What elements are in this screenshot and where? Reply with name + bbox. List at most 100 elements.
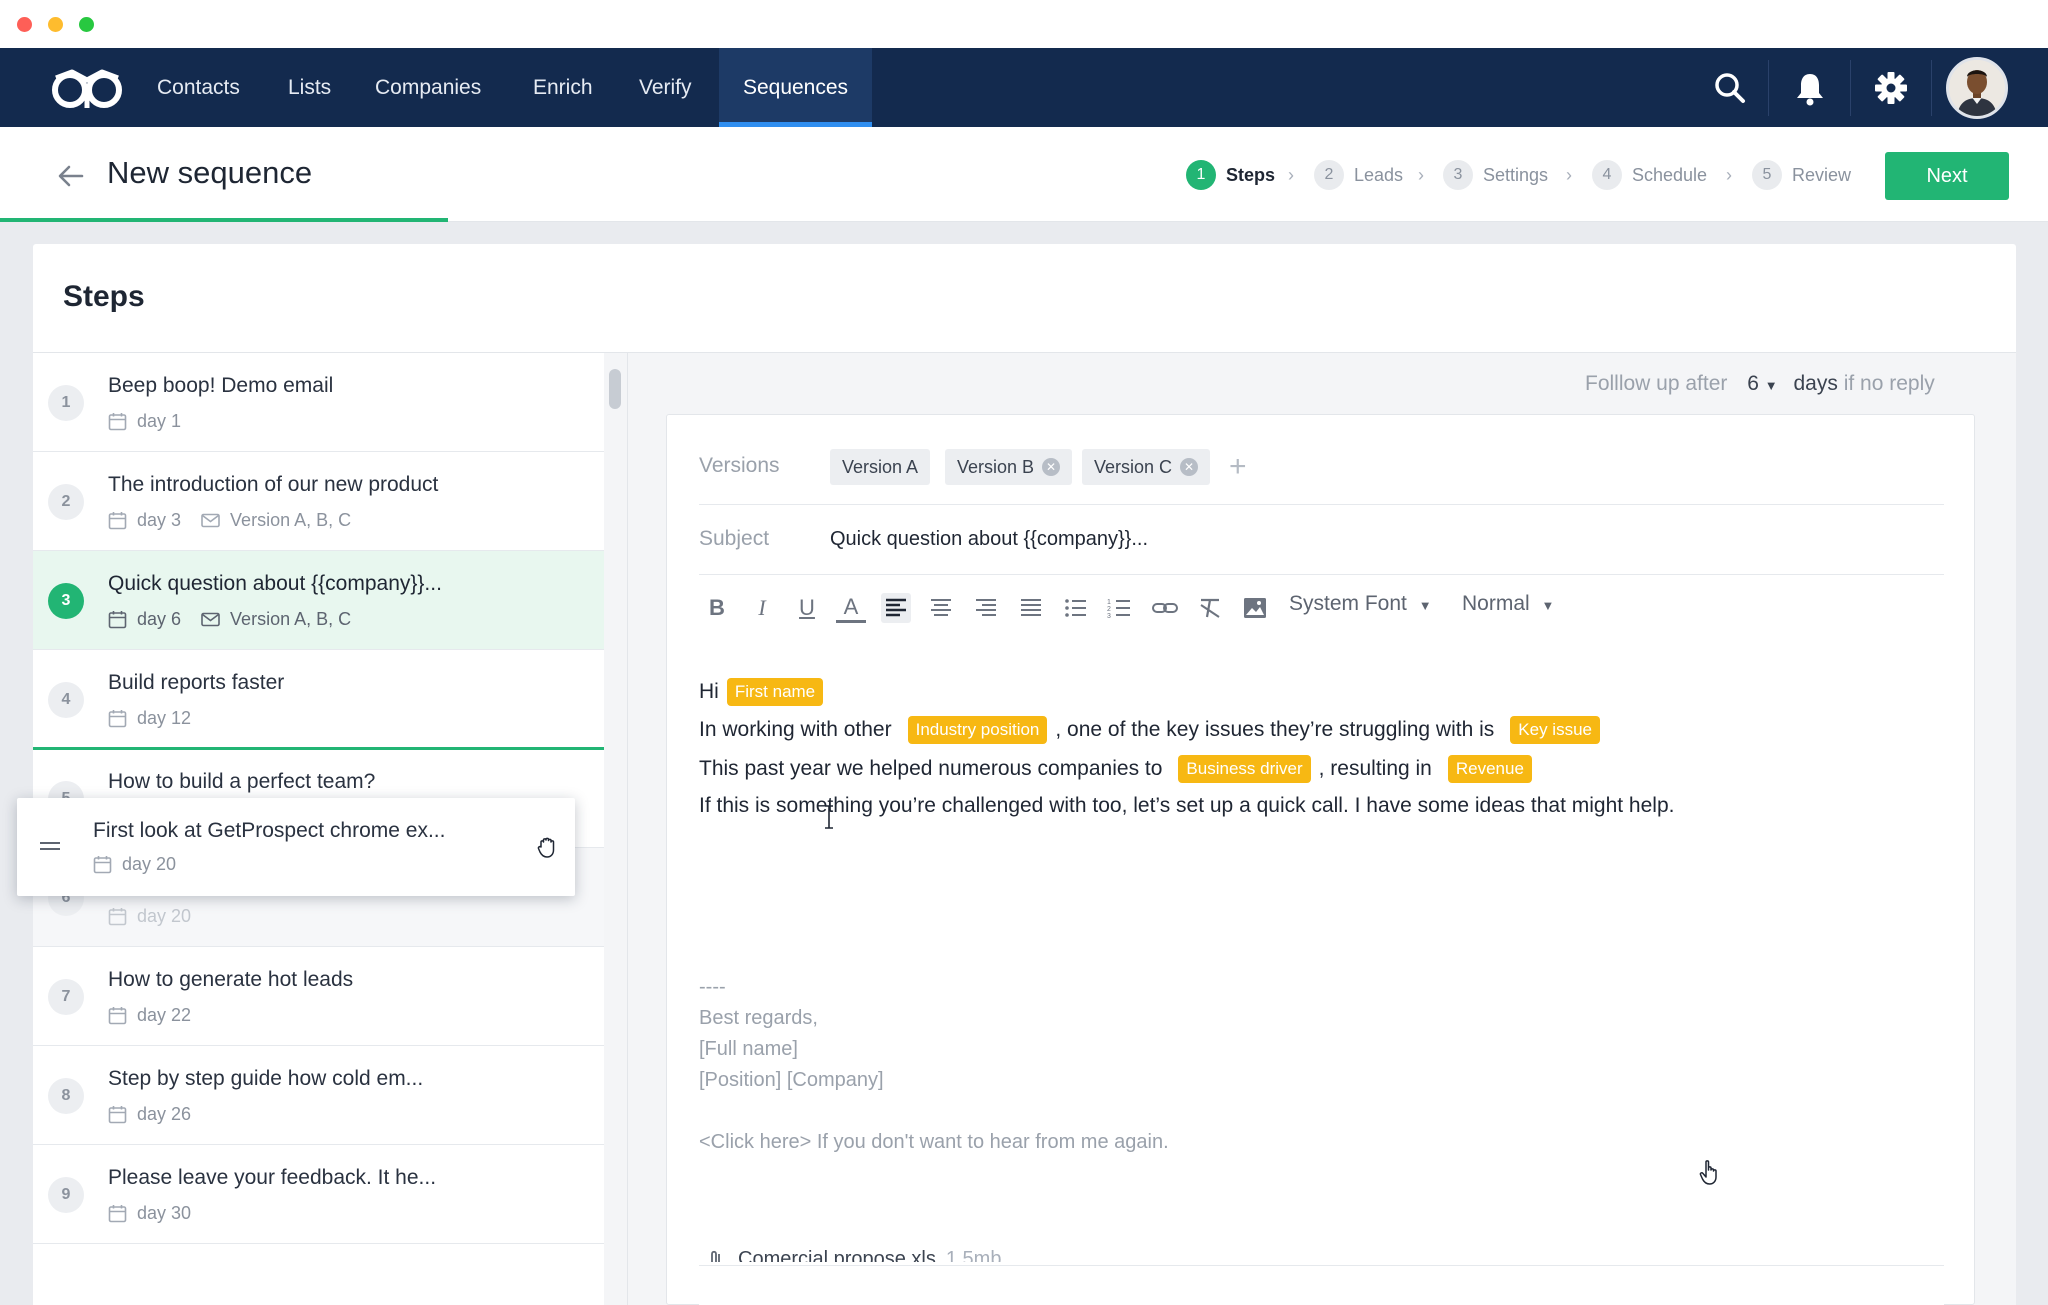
gear-icon[interactable] <box>1871 68 1911 108</box>
nav-lists[interactable]: Lists <box>288 48 331 127</box>
step-day: day 6 <box>137 609 182 629</box>
nav-verify[interactable]: Verify <box>639 48 692 127</box>
merge-tag-business-driver[interactable]: Business driver <box>1178 755 1311 783</box>
wizard-step-review[interactable]: 5 Review <box>1752 157 1851 193</box>
chevron-right-icon: › <box>1288 165 1294 185</box>
envelope-icon <box>201 513 220 528</box>
step-meta: day 26 <box>108 1104 191 1125</box>
font-family-select[interactable]: System Font ▼ <box>1289 592 1432 616</box>
follow-up-days-select[interactable]: 6 ▼ <box>1747 372 1777 395</box>
align-center-icon[interactable] <box>926 593 956 623</box>
step-title: Build reports faster <box>108 671 285 694</box>
calendar-icon <box>108 710 127 728</box>
step-item-8[interactable]: 8 Step by step guide how cold em... day … <box>33 1046 604 1145</box>
page-header: New sequence 1 Steps › 2 Leads › 3 Setti… <box>0 127 2048 222</box>
step-item-1[interactable]: 1 Beep boop! Demo email day 1 <box>33 353 604 452</box>
body-line-3[interactable]: This past year we helped numerous compan… <box>699 755 1540 783</box>
merge-tag-revenue[interactable]: Revenue <box>1447 755 1532 783</box>
body-line-4[interactable]: If this is something you’re challenged w… <box>699 794 1674 818</box>
subject-input[interactable]: Quick question about {{company}}... <box>830 528 1148 551</box>
merge-tag-key-issue[interactable]: Key issue <box>1510 716 1600 744</box>
dragged-step-item[interactable]: First look at GetProspect chrome ex... d… <box>17 798 575 896</box>
step-item-7[interactable]: 7 How to generate hot leads day 22 <box>33 947 604 1046</box>
merge-tag-first-name[interactable]: First name <box>726 678 824 706</box>
step-meta: day 20 <box>108 906 191 927</box>
signature-regards: Best regards, <box>699 1007 818 1029</box>
remove-version-icon[interactable]: ✕ <box>1042 458 1061 477</box>
version-chip-b[interactable]: Version B ✕ <box>945 449 1073 485</box>
pointer-hand-cursor-icon <box>1699 1160 1717 1185</box>
merge-tag-industry-position[interactable]: Industry position <box>907 716 1048 744</box>
chevron-right-icon: › <box>1566 165 1572 185</box>
body-line-2[interactable]: In working with other Industry position, … <box>699 716 1608 744</box>
maximize-window-button[interactable] <box>79 17 94 32</box>
step-number-badge: 1 <box>48 385 84 421</box>
step-item-9[interactable]: 9 Please leave your feedback. It he... d… <box>33 1145 604 1244</box>
signature-position: [Position] [Company] <box>699 1069 884 1091</box>
step-number: 4 <box>1592 160 1622 190</box>
bullet-list-icon[interactable] <box>1061 593 1091 623</box>
step-label: Leads <box>1354 164 1404 185</box>
align-justify-icon[interactable] <box>1016 593 1046 623</box>
svg-text:2: 2 <box>1107 606 1111 613</box>
signature-name: [Full name] <box>699 1038 798 1060</box>
nav-companies[interactable]: Companies <box>375 48 481 127</box>
owl-logo-icon[interactable] <box>50 64 124 112</box>
add-version-icon[interactable]: + <box>1229 449 1247 485</box>
bell-icon[interactable] <box>1790 68 1830 108</box>
next-button[interactable]: Next <box>1885 152 2009 200</box>
svg-text:3: 3 <box>1107 613 1111 620</box>
bold-icon[interactable]: B <box>702 593 732 623</box>
step-title: Please leave your feedback. It he... <box>108 1166 437 1189</box>
nav-contacts[interactable]: Contacts <box>157 48 240 127</box>
align-left-icon[interactable] <box>881 593 911 623</box>
body-line-1[interactable]: Hi First name <box>699 678 831 706</box>
calendar-icon <box>108 611 127 629</box>
drop-indicator <box>33 747 604 750</box>
step-label: Schedule <box>1632 164 1708 185</box>
search-icon[interactable] <box>1710 68 1750 108</box>
wizard-step-steps[interactable]: 1 Steps <box>1186 157 1275 193</box>
chevron-right-icon: › <box>1726 165 1732 185</box>
step-day: day 26 <box>137 1104 192 1124</box>
back-arrow-icon[interactable] <box>56 161 86 191</box>
step-item-2[interactable]: 2 The introduction of our new product da… <box>33 452 604 551</box>
step-title: Step by step guide how cold em... <box>108 1067 424 1090</box>
clear-formatting-icon[interactable] <box>1195 593 1225 623</box>
underline-icon[interactable]: U <box>792 593 822 623</box>
app-window: Contacts Lists Companies Enrich Verify S… <box>0 0 2048 1305</box>
user-avatar[interactable] <box>1946 57 2008 119</box>
scrollbar-thumb[interactable] <box>609 369 621 409</box>
align-right-icon[interactable] <box>971 593 1001 623</box>
editor-footer-mask <box>699 1262 1944 1305</box>
nav-separator <box>1768 60 1769 116</box>
image-icon[interactable] <box>1240 593 1270 623</box>
calendar-icon <box>108 1007 127 1025</box>
step-number: 2 <box>1314 160 1344 190</box>
version-chip-c[interactable]: Version C ✕ <box>1082 449 1211 485</box>
drag-handle-icon[interactable] <box>39 840 61 852</box>
wizard-step-settings[interactable]: 3 Settings <box>1443 157 1548 193</box>
italic-icon[interactable]: I <box>747 593 777 623</box>
avatar-portrait <box>1949 60 2005 116</box>
step-label: Review <box>1792 164 1852 185</box>
step-item-3[interactable]: 3 Quick question about {{company}}... da… <box>33 551 604 650</box>
step-title: How to build a perfect team? <box>108 770 376 793</box>
unsubscribe-link[interactable]: <Click here> If you don't want to hear f… <box>699 1131 1169 1154</box>
remove-version-icon[interactable]: ✕ <box>1180 458 1199 477</box>
numbered-list-icon[interactable]: 123 <box>1105 593 1135 623</box>
nav-sequences[interactable]: Sequences <box>719 48 872 127</box>
minimize-window-button[interactable] <box>48 17 63 32</box>
wizard-step-leads[interactable]: 2 Leads <box>1314 157 1403 193</box>
version-chip-a[interactable]: Version A <box>830 449 931 485</box>
close-window-button[interactable] <box>17 17 32 32</box>
nav-enrich[interactable]: Enrich <box>533 48 593 127</box>
font-size-select[interactable]: Normal ▼ <box>1462 592 1554 616</box>
wizard-step-schedule[interactable]: 4 Schedule <box>1592 157 1707 193</box>
steps-scrollbar[interactable] <box>604 353 628 1305</box>
text-color-icon[interactable]: A <box>836 593 866 623</box>
link-icon[interactable] <box>1150 593 1180 623</box>
step-item-4[interactable]: 4 Build reports faster day 12 <box>33 650 604 749</box>
divider <box>699 504 1944 505</box>
step-label: Settings <box>1483 164 1549 185</box>
